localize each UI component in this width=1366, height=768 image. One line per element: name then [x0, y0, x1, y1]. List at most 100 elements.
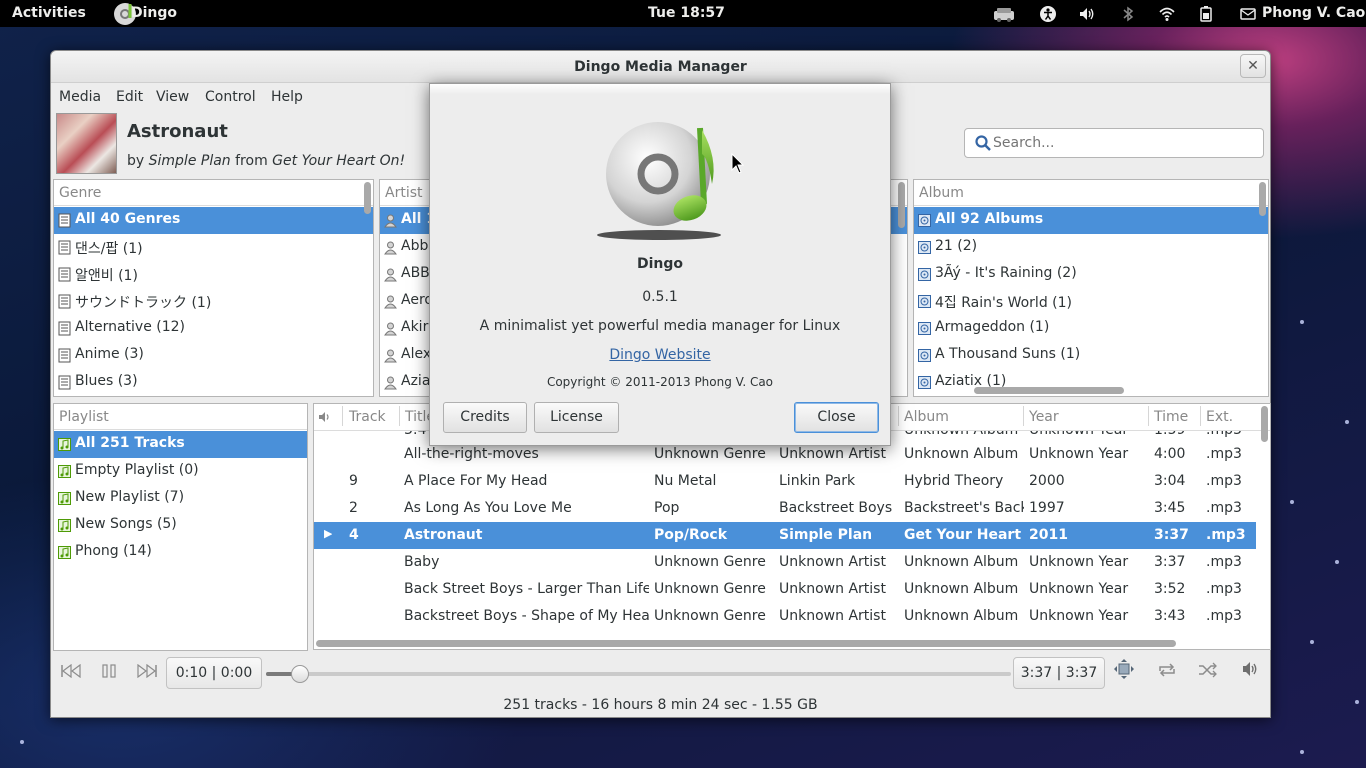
- user-menu[interactable]: Phong V. Cao: [1262, 5, 1365, 21]
- activities-button[interactable]: Activities: [12, 5, 86, 21]
- album-cover: [56, 113, 117, 174]
- battery-icon[interactable]: [1197, 5, 1215, 23]
- track-artist-cell: Simple Plan: [779, 527, 873, 543]
- genre-list-item[interactable]: 알앤비 (1): [54, 261, 373, 288]
- playlist-list-item[interactable]: New Playlist (7): [54, 485, 307, 512]
- volume-button[interactable]: [1236, 659, 1266, 689]
- seek-bar[interactable]: [266, 665, 1011, 683]
- col-album[interactable]: Album: [904, 409, 949, 425]
- genre-scrollbar[interactable]: [364, 182, 371, 214]
- shuffle-button[interactable]: [1193, 659, 1223, 689]
- playlist-item-label: All 251 Tracks: [75, 435, 185, 451]
- track-time-cell: 3:43: [1154, 608, 1186, 624]
- menu-control[interactable]: Control: [205, 89, 256, 105]
- playback-controls: 0:10 | 0:00 3:37 | 3:37: [56, 655, 1266, 691]
- album-list-item[interactable]: A Thousand Suns (1): [914, 342, 1268, 369]
- col-time[interactable]: Time: [1154, 409, 1188, 425]
- genre-icon: [58, 348, 71, 363]
- track-row[interactable]: ▶ 4 Astronaut Pop/Rock Simple Plan Get Your H…: [314, 522, 1256, 549]
- about-close-button[interactable]: Close: [794, 402, 879, 433]
- accessibility-icon[interactable]: [1039, 5, 1057, 23]
- search-input[interactable]: [993, 133, 1255, 153]
- search-box[interactable]: [964, 128, 1264, 158]
- artist-scrollbar[interactable]: [898, 182, 905, 228]
- album-list-item[interactable]: 4집 Rain's World (1): [914, 288, 1268, 315]
- genre-list-item[interactable]: 댄스/팝 (1): [54, 234, 373, 261]
- tracks-hscrollbar[interactable]: [316, 640, 1176, 647]
- seek-handle[interactable]: [291, 665, 310, 683]
- track-time-cell: 3:04: [1154, 473, 1186, 489]
- genre-icon: [58, 213, 71, 228]
- album-icon: [918, 376, 931, 389]
- album-list-item[interactable]: All 92 Albums: [914, 207, 1268, 234]
- playlist-header[interactable]: Playlist: [54, 404, 307, 430]
- now-playing-artist: Simple Plan: [148, 153, 231, 169]
- playlist-list-item[interactable]: Empty Playlist (0): [54, 458, 307, 485]
- album-item-label: 21 (2): [935, 238, 978, 254]
- previous-icon: [61, 663, 81, 679]
- playlist-icon: [58, 546, 71, 559]
- track-album-cell: Unknown Album: [904, 608, 1019, 624]
- playlist-list-item[interactable]: New Songs (5): [54, 512, 307, 539]
- window-close-button[interactable]: ✕: [1240, 54, 1266, 78]
- playlist-item-label: Empty Playlist (0): [75, 462, 199, 478]
- col-ext[interactable]: Ext.: [1206, 409, 1233, 425]
- track-artist-cell: Unknown Artist: [779, 554, 886, 570]
- playlist-list-item[interactable]: All 251 Tracks: [54, 431, 307, 458]
- app-menu-label[interactable]: Dingo: [131, 5, 177, 21]
- album-header[interactable]: Album: [914, 180, 1268, 206]
- license-button[interactable]: License: [534, 402, 619, 433]
- track-row[interactable]: 9 A Place For My Head Nu Metal Linkin Park H…: [314, 468, 1256, 495]
- track-row[interactable]: 2 As Long As You Love Me Pop Backstreet Boy…: [314, 495, 1256, 522]
- fullscreen-button[interactable]: [1109, 659, 1139, 689]
- album-list-item[interactable]: 21 (2): [914, 234, 1268, 261]
- track-genre-cell: Unknown Genre: [654, 446, 766, 462]
- album-item-label: Armageddon (1): [935, 319, 1050, 335]
- bluetooth-icon[interactable]: [1119, 5, 1137, 23]
- track-ext-cell: .mp3: [1206, 527, 1246, 543]
- window-titlebar[interactable]: Dingo Media Manager: [51, 51, 1270, 83]
- credits-button[interactable]: Credits: [443, 402, 527, 433]
- album-list-item[interactable]: Armageddon (1): [914, 315, 1268, 342]
- volume-icon[interactable]: [1078, 5, 1096, 23]
- pause-icon: [102, 664, 116, 678]
- col-track[interactable]: Track: [349, 409, 386, 425]
- track-row[interactable]: Backstreet Boys - Shape of My Heart Unkno…: [314, 603, 1256, 630]
- menu-view[interactable]: View: [156, 89, 189, 105]
- genre-header[interactable]: Genre: [54, 180, 373, 206]
- next-button[interactable]: [132, 659, 162, 689]
- clock[interactable]: Tue 18:57: [648, 5, 725, 21]
- menu-media[interactable]: Media: [59, 89, 101, 105]
- genre-list-item[interactable]: Alternative (12): [54, 315, 373, 342]
- tracks-scrollbar[interactable]: [1261, 406, 1268, 442]
- track-row[interactable]: Back Street Boys - Larger Than Life Unkno…: [314, 576, 1256, 603]
- track-row[interactable]: Baby Unknown Genre Unknown Artist Unknown A…: [314, 549, 1256, 576]
- shuffle-icon: [1199, 662, 1217, 678]
- previous-button[interactable]: [56, 659, 86, 689]
- user-icon[interactable]: [1239, 5, 1257, 23]
- album-hscrollbar[interactable]: [974, 387, 1124, 394]
- genre-list-item[interactable]: Blues (3): [54, 369, 373, 396]
- about-website-link[interactable]: Dingo Website: [609, 347, 710, 363]
- genre-item-label: Alternative (12): [75, 319, 185, 335]
- album-icon: [918, 214, 931, 227]
- genre-list-item[interactable]: All 40 Genres: [54, 207, 373, 234]
- repeat-button[interactable]: [1152, 659, 1182, 689]
- track-title-cell: All-the-right-moves: [404, 446, 539, 462]
- track-title-cell: Back Street Boys - Larger Than Life: [404, 581, 649, 597]
- album-list-item[interactable]: 3Ãý - It's Raining (2): [914, 261, 1268, 288]
- genre-list-item[interactable]: Anime (3): [54, 342, 373, 369]
- repeat-icon: [1159, 663, 1175, 677]
- playlist-item-label: Phong (14): [75, 543, 152, 559]
- playlist-list-item[interactable]: Phong (14): [54, 539, 307, 566]
- album-scrollbar[interactable]: [1259, 182, 1266, 216]
- genre-list-item[interactable]: サウンドトラック (1): [54, 288, 373, 315]
- now-playing-title: Astronaut: [127, 121, 228, 142]
- pause-button[interactable]: [94, 659, 124, 689]
- genre-list-item[interactable]: Children's Music (1): [54, 396, 373, 397]
- col-year[interactable]: Year: [1029, 409, 1059, 425]
- network-icon[interactable]: [992, 5, 1016, 23]
- menu-help[interactable]: Help: [271, 89, 303, 105]
- wifi-icon[interactable]: [1158, 5, 1176, 23]
- menu-edit[interactable]: Edit: [116, 89, 143, 105]
